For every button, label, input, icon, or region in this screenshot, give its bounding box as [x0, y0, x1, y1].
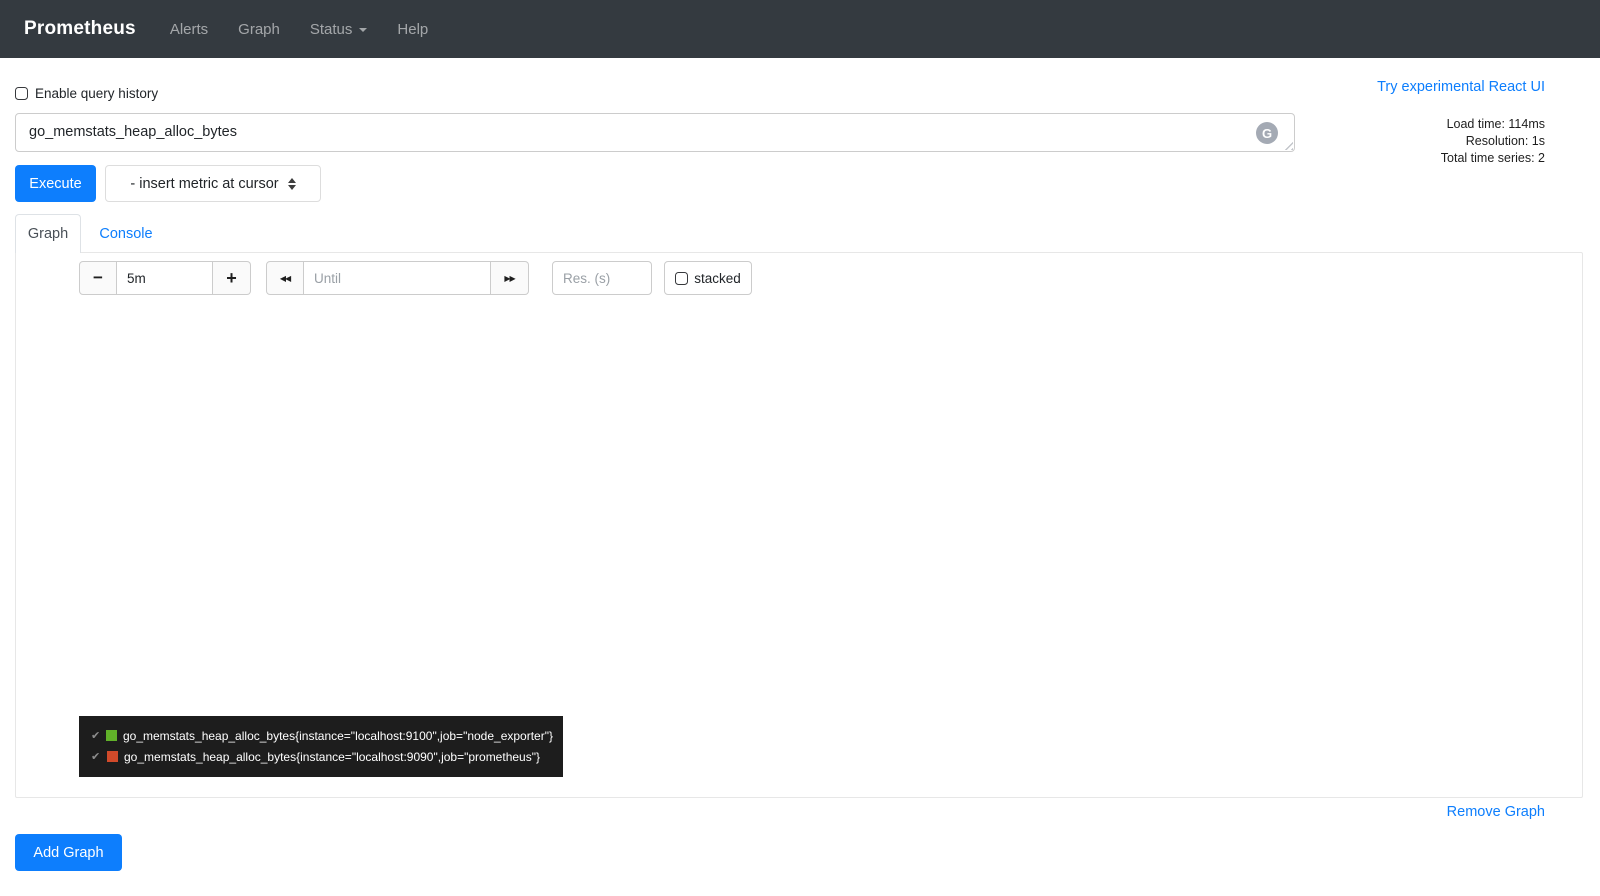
graph-controls: − 5m + ◀◀ Until ▶▶ Res. (s) stacked — [79, 261, 752, 295]
resolution-input[interactable]: Res. (s) — [552, 261, 652, 295]
react-ui-link[interactable]: Try experimental React UI — [1377, 79, 1545, 95]
legend-row-prometheus[interactable]: ✔ go_memstats_heap_alloc_bytes{instance=… — [91, 746, 553, 767]
nav-item-status-label: Status — [309, 20, 353, 38]
execute-button[interactable]: Execute — [15, 165, 96, 202]
series-color-swatch-green — [105, 730, 117, 741]
remove-graph-link[interactable]: Remove Graph — [1447, 804, 1545, 820]
range-increase-button[interactable]: + — [213, 261, 251, 295]
step-forward-button[interactable]: ▶▶ — [491, 261, 529, 295]
tab-graph[interactable]: Graph — [15, 214, 81, 253]
insert-metric-select[interactable]: - insert metric at cursor — [105, 165, 321, 202]
nav-item-graph[interactable]: Graph — [238, 21, 280, 38]
stacked-toggle[interactable]: stacked — [664, 261, 752, 295]
query-text: go_memstats_heap_alloc_bytes — [29, 124, 237, 140]
tab-console[interactable]: Console — [93, 214, 159, 253]
nav-item-alerts[interactable]: Alerts — [170, 21, 208, 38]
stacked-checkbox[interactable] — [675, 271, 689, 285]
range-input[interactable]: 5m — [117, 261, 213, 295]
query-history-checkbox[interactable] — [15, 87, 28, 100]
nav-item-help-label: Help — [397, 20, 429, 38]
nav-item-graph-label: Graph — [238, 20, 280, 38]
check-icon: ✔ — [91, 751, 101, 763]
series-color-swatch-red — [107, 751, 118, 762]
legend-row-node-exporter[interactable]: ✔ go_memstats_heap_alloc_bytes{instance=… — [91, 725, 553, 746]
navbar: Prometheus Alerts Graph Status Help — [0, 0, 1600, 58]
query-history-label: Enable query history — [35, 86, 159, 101]
select-updown-icon — [287, 177, 296, 190]
stat-load-time: Load time: 114ms — [1446, 117, 1545, 131]
stat-resolution: Resolution: 1s — [1465, 134, 1545, 148]
chart-legend: ✔ go_memstats_heap_alloc_bytes{instance=… — [79, 716, 563, 777]
query-stats: Load time: 114ms Resolution: 1s Total ti… — [1441, 116, 1545, 167]
grammarly-icon[interactable]: G — [1256, 122, 1278, 144]
insert-metric-select-label: - insert metric at cursor — [130, 175, 279, 192]
range-decrease-button[interactable]: − — [79, 261, 117, 295]
query-history-row: Enable query history — [15, 86, 158, 101]
brand-prometheus[interactable]: Prometheus — [24, 18, 136, 40]
stacked-label: stacked — [694, 270, 741, 286]
nav-item-help[interactable]: Help — [397, 21, 428, 38]
add-graph-button[interactable]: Add Graph — [15, 834, 122, 871]
chevron-down-icon — [359, 28, 368, 32]
legend-label: go_memstats_heap_alloc_bytes{instance="l… — [124, 749, 540, 764]
legend-label: go_memstats_heap_alloc_bytes{instance="l… — [122, 728, 553, 743]
stat-total-series: Total time series: 2 — [1440, 151, 1545, 165]
nav-item-alerts-label: Alerts — [169, 20, 209, 38]
query-input[interactable]: go_memstats_heap_alloc_bytes G — [15, 113, 1295, 152]
nav-item-status[interactable]: Status — [310, 21, 368, 38]
check-icon: ✔ — [91, 730, 101, 742]
until-input[interactable]: Until — [304, 261, 491, 295]
step-back-button[interactable]: ◀◀ — [266, 261, 304, 295]
resize-handle-icon[interactable] — [1281, 138, 1293, 150]
